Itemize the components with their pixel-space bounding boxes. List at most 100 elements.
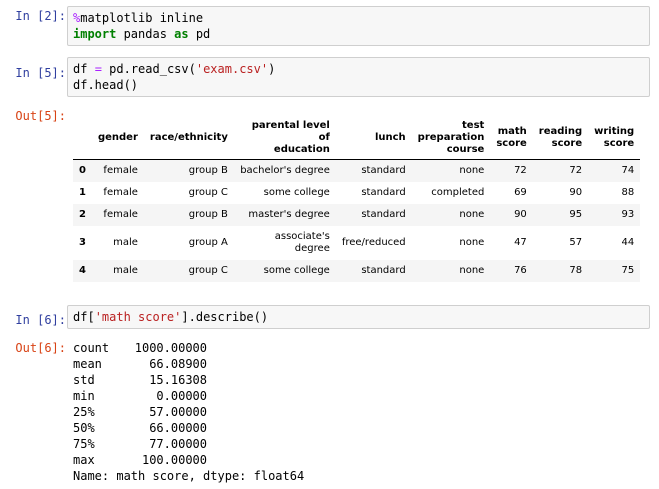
table-cell: 90 — [569, 187, 583, 198]
table-cell: none — [459, 165, 485, 177]
describe-stat-row: max 100.00000 — [73, 452, 304, 468]
table-cell: group B — [188, 209, 228, 220]
table-cell: 78 — [569, 265, 583, 276]
column-header-line: score — [551, 138, 583, 149]
column-header: math score — [490, 120, 533, 160]
column-header: lunch — [335, 120, 412, 160]
code-token: df[ — [73, 310, 95, 324]
table-row: 3 male group A associate's degree free/reduc… — [73, 226, 640, 260]
table-cell: 90 — [514, 209, 527, 220]
describe-stat-name: count — [73, 341, 110, 355]
column-header-line: education — [273, 144, 330, 155]
table-row: 4 male group C some college standard none 76 78… — [73, 259, 641, 282]
table-row: 2 female group B master's degree standard non… — [73, 203, 641, 226]
describe-stat-row: count 1000.00000 — [73, 340, 304, 356]
cell-prompt-in-2: In [2]: — [15, 9, 66, 23]
code-cell-3[interactable]: df['math score'].describe() — [67, 305, 650, 329]
table-cell: standard — [361, 165, 406, 177]
column-header-line: test — [462, 120, 485, 131]
table-cell: master's degree — [248, 209, 330, 220]
table-cell: associate's degree — [274, 230, 330, 254]
table-cell: 47 — [514, 237, 527, 248]
table-cell: female — [103, 165, 138, 177]
describe-stat-row: std 15.16308 — [73, 372, 304, 388]
describe-stat-name: max — [73, 453, 110, 467]
code-token: import — [73, 27, 117, 41]
row-index: 1 — [79, 187, 86, 198]
table-cell: female — [103, 209, 138, 220]
table-cell: bachelor's degree — [240, 165, 330, 177]
table-cell: group C — [188, 187, 228, 198]
describe-stat-value: 1000.00000 — [134, 341, 207, 355]
column-header-line: math — [497, 126, 527, 137]
code-token: ) — [268, 62, 276, 76]
code-line: import pandas as pd — [73, 26, 649, 42]
table-cell: some college — [263, 187, 330, 198]
column-header-line: preparation — [417, 132, 485, 143]
table-cell: 72 — [514, 165, 527, 177]
describe-stat-row: 25% 57.00000 — [73, 404, 304, 420]
row-index: 4 — [79, 265, 86, 276]
describe-stat-row: 50% 66.00000 — [73, 420, 304, 436]
code-line: df = pd.read_csv('exam.csv') — [73, 61, 649, 77]
describe-stat-value: 0.00000 — [156, 389, 207, 403]
column-header-line: lunch — [374, 132, 406, 143]
column-header-line: score — [603, 138, 635, 149]
column-header: race/ethnicity — [143, 120, 234, 160]
code-token: df — [73, 62, 95, 76]
column-header-line: reading — [538, 126, 583, 137]
describe-stat-name: 25% — [73, 405, 110, 419]
code-token: df.head() — [73, 78, 139, 92]
table-cell: 44 — [621, 237, 635, 248]
row-index: 0 — [79, 165, 86, 177]
describe-footer: Name: math score, dtype: float64 — [73, 469, 305, 483]
code-token: pd.read_csv( — [101, 62, 196, 76]
describe-stat-value: 66.00000 — [149, 421, 207, 435]
code-token: matplotlib inline — [80, 11, 204, 25]
code-token: as — [174, 27, 189, 41]
table-cell: 93 — [621, 209, 635, 220]
table-cell: male — [113, 237, 138, 248]
describe-stat-row: min 0.00000 — [73, 388, 304, 404]
table-cell: none — [459, 237, 485, 248]
describe-stat-name: min — [73, 389, 110, 403]
cell-prompt-out-5: Out[5]: — [15, 109, 66, 123]
describe-stat-name: 75% — [73, 437, 110, 451]
column-header — [73, 120, 92, 160]
table-cell: 57 — [569, 237, 583, 248]
table-cell: standard — [361, 187, 406, 198]
describe-stat-value: 57.00000 — [149, 405, 207, 419]
code-token: pandas — [116, 27, 175, 41]
code-cell-2[interactable]: df = pd.read_csv('exam.csv') df.head() — [67, 57, 650, 97]
table-cell: standard — [361, 209, 406, 220]
describe-stat-name: mean — [73, 357, 110, 371]
table-cell: free/reduced — [341, 237, 406, 248]
column-header: test preparation course — [411, 120, 491, 160]
describe-stat-name: 50% — [73, 421, 110, 435]
code-token: pd — [188, 27, 211, 41]
code-token: 'exam.csv' — [195, 62, 269, 76]
column-header-line: writing — [594, 126, 635, 137]
code-line: df['math score'].describe() — [73, 309, 649, 325]
code-cell-1[interactable]: %matplotlib inline import pandas as pd — [67, 6, 650, 46]
column-header: gender — [91, 120, 144, 160]
dataframe-table: gender race/ethnicity parental level of edu… — [73, 120, 641, 282]
table-cell: 76 — [514, 265, 527, 276]
row-index: 3 — [79, 237, 86, 248]
table-cell: group C — [188, 265, 228, 276]
describe-stat-value: 66.08900 — [149, 357, 207, 371]
code-token: = — [94, 62, 102, 76]
table-cell: completed — [431, 187, 485, 198]
code-line: %matplotlib inline — [73, 10, 649, 26]
column-header-line: race/ethnicity — [149, 132, 228, 143]
table-cell: 75 — [621, 265, 635, 276]
code-token: 'math score' — [94, 310, 182, 324]
describe-output: count 1000.00000 mean 66.08900 std 15.16308… — [73, 340, 304, 484]
describe-stat-value: 15.16308 — [149, 373, 207, 387]
code-token: ].describe() — [181, 310, 269, 324]
table-cell: 69 — [514, 187, 527, 198]
column-header-line: parental level of — [251, 120, 330, 143]
table-cell: 74 — [621, 165, 635, 177]
describe-stat-value: 100.00000 — [141, 453, 207, 467]
table-cell: group B — [188, 165, 228, 177]
